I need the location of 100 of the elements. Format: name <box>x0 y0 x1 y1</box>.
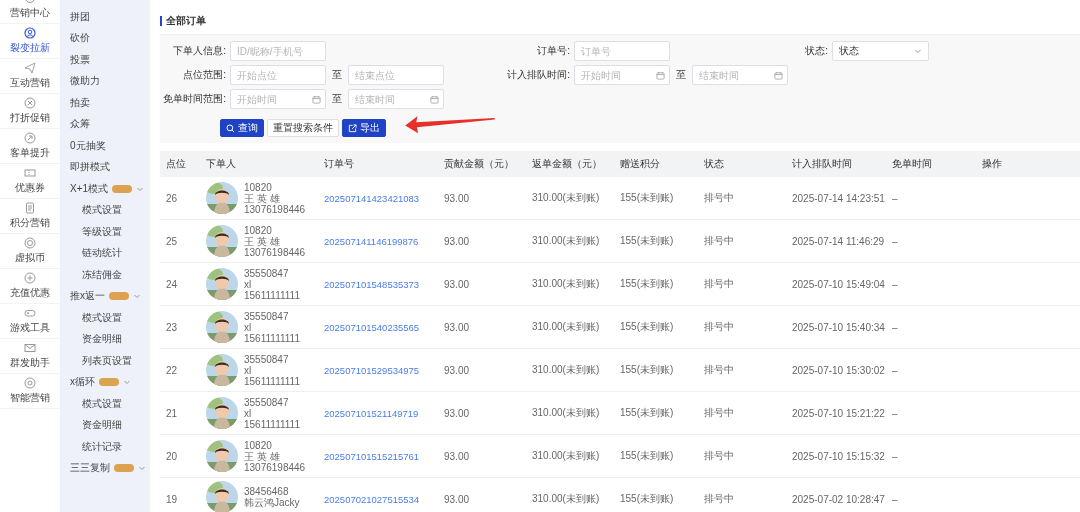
table-cell-text: 2025-07-14 14:23:51 <box>791 192 886 204</box>
field-label: 订单号: <box>536 44 570 58</box>
date-field[interactable]: 开始时间 <box>230 89 326 109</box>
table-cell-text: 93.00 <box>443 235 471 247</box>
table-cell-text: 93.00 <box>443 321 471 333</box>
field-label: 点位范围: <box>182 68 226 82</box>
submenu-item[interactable]: 微助力 <box>60 70 146 92</box>
submenu-item[interactable]: 链动统计 <box>60 242 146 264</box>
table-cell-text: 2025-07-10 15:40:34 <box>791 321 886 333</box>
table-cell-text: 2025-07-14 11:46:29 <box>791 235 886 247</box>
table-cell-text: 20 <box>165 450 179 462</box>
buyer-name: 王 英 雄 <box>244 235 281 247</box>
text-field[interactable]: 结束点位 <box>348 65 444 85</box>
table-cell-text: – <box>891 407 899 419</box>
buyer-phone: 15611111111 <box>244 289 300 301</box>
submenu-item[interactable]: 模式设置 <box>60 307 146 329</box>
table-cell-text: 310.00(未到账) <box>531 406 601 420</box>
text-field[interactable]: 开始点位 <box>230 65 326 85</box>
table-cell-text: 23 <box>165 321 179 333</box>
order-link[interactable]: 202507021027515534 <box>318 493 438 505</box>
field-label: 下单人信息: <box>172 44 226 58</box>
table-cell-text: 排号中 <box>703 191 735 205</box>
table-cell-text: – <box>891 493 899 505</box>
buyer-name: 王 英 雄 <box>244 192 281 204</box>
buyer-id: 38456468 <box>244 486 290 497</box>
submenu-item[interactable]: 列表页设置 <box>60 350 146 372</box>
table-cell-text: 排号中 <box>703 320 735 334</box>
column-header: 操作 <box>981 157 1003 171</box>
buyer-name: xl <box>244 321 253 333</box>
table-cell-text: 155(未到账) <box>619 492 675 506</box>
submenu-item[interactable]: 投票 <box>60 49 146 71</box>
table-cell-text: 310.00(未到账) <box>531 191 601 205</box>
order-link[interactable]: 202507101540235565 <box>318 321 438 333</box>
table-cell-text: 排号中 <box>703 234 735 248</box>
table-cell-text: 排号中 <box>703 406 735 420</box>
buyer-phone: 15611111111 <box>244 332 300 344</box>
table-cell-text: 310.00(未到账) <box>531 449 601 463</box>
submenu-item[interactable]: 砍价 <box>60 27 146 49</box>
order-link[interactable]: 202507141146199876 <box>318 235 438 247</box>
buyer-name: 王 英 雄 <box>244 450 281 462</box>
submenu-group[interactable]: x循环 <box>70 375 95 390</box>
buyer-name: xl <box>244 407 253 419</box>
table-cell-text: 155(未到账) <box>619 234 675 248</box>
table-cell-text: 排号中 <box>703 363 735 377</box>
column-header: 赠送积分 <box>619 157 661 171</box>
buyer-name: 韩云鸿Jacky <box>244 497 300 508</box>
field-label: 计入排队时间: <box>506 68 570 82</box>
submenu-item[interactable]: 资金明细 <box>60 414 146 436</box>
table-cell-text: 19 <box>165 493 179 505</box>
table-cell-text: – <box>891 450 899 462</box>
buyer-id: 35550847 <box>244 396 290 408</box>
table-cell-text: 155(未到账) <box>619 406 675 420</box>
submenu-item[interactable]: 模式设置 <box>60 393 146 415</box>
submenu-item[interactable]: 冻结佣金 <box>60 264 146 286</box>
submenu-group[interactable]: 三三复制 <box>70 461 110 476</box>
field-label: 状态: <box>804 44 828 58</box>
order-link[interactable]: 202507101521149719 <box>318 407 438 419</box>
submenu-group[interactable]: 推x返一 <box>70 289 105 304</box>
table-cell-text: 155(未到账) <box>619 277 675 291</box>
buyer-name: xl <box>244 278 253 290</box>
column-header: 点位 <box>165 157 187 171</box>
order-link[interactable]: 202507101515215761 <box>318 450 438 462</box>
submenu-item[interactable]: 众筹 <box>60 113 146 135</box>
order-link[interactable]: 202507101529534975 <box>318 364 438 376</box>
text-field[interactable]: 订单号 <box>574 41 670 61</box>
search-button[interactable]: 查询 <box>220 119 264 137</box>
table-cell-text: 310.00(未到账) <box>531 492 601 506</box>
submenu-item[interactable]: 统计记录 <box>60 436 146 458</box>
date-field[interactable]: 结束时间 <box>348 89 444 109</box>
date-field[interactable]: 结束时间 <box>692 65 788 85</box>
buyer-phone: 15611111111 <box>244 375 300 387</box>
text-field[interactable]: ID/昵称/手机号 <box>230 41 326 61</box>
table-cell-text: – <box>891 321 899 333</box>
table-cell-text: – <box>891 364 899 376</box>
export-button[interactable]: 导出 <box>342 119 386 137</box>
submenu-item[interactable]: 即拼模式 <box>60 156 146 178</box>
submenu-item[interactable]: 等级设置 <box>60 221 146 243</box>
table-cell-text: 2025-07-10 15:30:02 <box>791 364 886 376</box>
table-cell-text: 310.00(未到账) <box>531 234 601 248</box>
submenu-item[interactable]: 0元抽奖 <box>60 135 146 157</box>
range-separator: 至 <box>331 68 343 82</box>
reset-button[interactable]: 重置搜索条件 <box>267 119 339 137</box>
buyer-id: 35550847 <box>244 353 290 365</box>
order-link[interactable]: 202507141423421083 <box>318 192 438 204</box>
submenu-item[interactable]: 模式设置 <box>60 199 146 221</box>
buyer-id: 10820 <box>244 439 273 451</box>
order-link[interactable]: 202507101548535373 <box>318 278 438 290</box>
column-header: 计入排队时间 <box>791 157 853 171</box>
submenu-item[interactable]: 资金明细 <box>60 328 146 350</box>
table-cell-text: 93.00 <box>443 364 471 376</box>
table-cell-text: 排号中 <box>703 449 735 463</box>
column-header: 下单人 <box>205 157 237 171</box>
status-select[interactable]: 状态 <box>832 41 929 61</box>
submenu-item[interactable]: 拍卖 <box>60 92 146 114</box>
table-cell-text: – <box>891 278 899 290</box>
submenu-item[interactable]: 拼团 <box>60 6 146 28</box>
submenu-group[interactable]: X+1模式 <box>70 181 109 196</box>
buyer-phone: 13076198446 <box>244 203 306 215</box>
section-title: 全部订单 <box>166 14 206 28</box>
date-field[interactable]: 开始时间 <box>574 65 670 85</box>
